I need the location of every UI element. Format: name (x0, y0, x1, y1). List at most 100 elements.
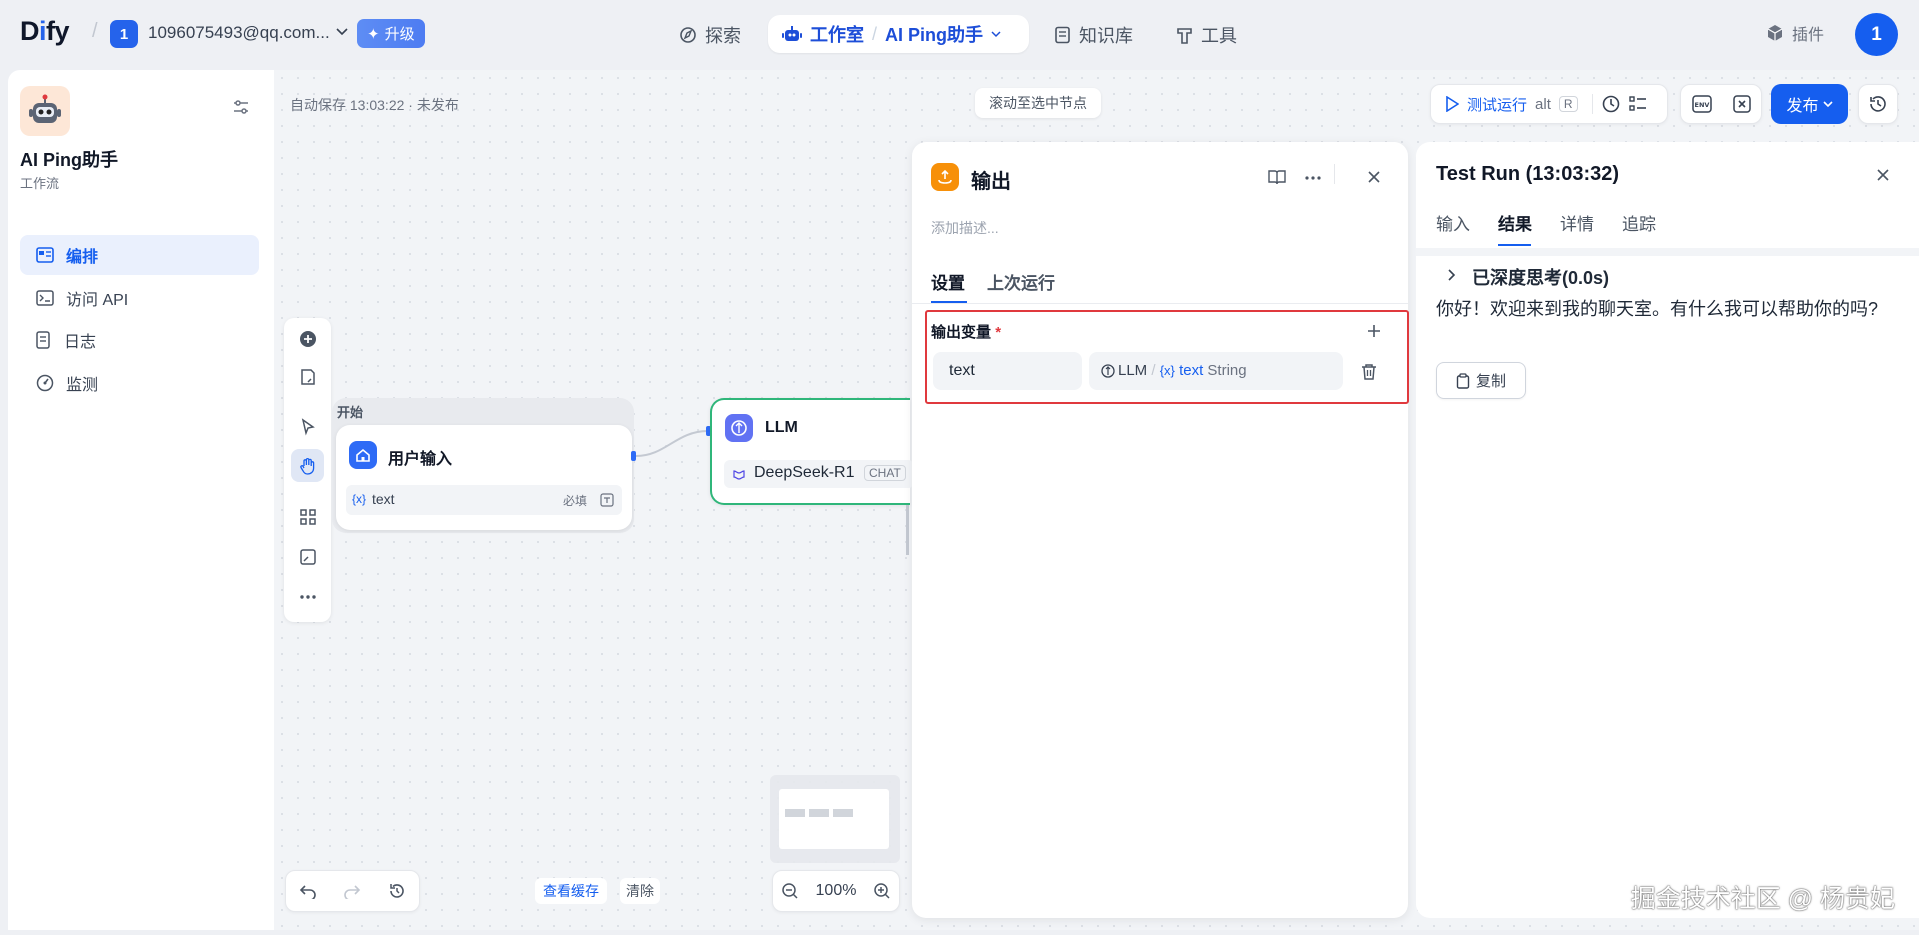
home-icon (349, 441, 377, 469)
run-tab-trace[interactable]: 追踪 (1622, 210, 1656, 235)
layout-icon (36, 247, 54, 263)
add-node-icon[interactable] (291, 322, 324, 355)
result-text: 你好！欢迎来到我的聊天室。有什么我可以帮助你的吗? (1436, 299, 1879, 319)
llm-small-icon (1101, 364, 1115, 378)
close-icon[interactable] (1876, 168, 1890, 182)
history-icon (1868, 94, 1888, 114)
watermark: 掘金技术社区 @ 杨贵妃 (1630, 885, 1895, 913)
panel-title[interactable]: 输出 (971, 165, 1011, 194)
thinking-toggle[interactable]: 已深度思考(0.0s) (1472, 264, 1609, 290)
zoom-in-icon[interactable] (873, 882, 891, 900)
history-icon[interactable] (388, 882, 406, 900)
section-title: 输出变量 * (931, 324, 1002, 341)
nav-explore[interactable]: 探索 (679, 18, 741, 52)
nav-knowledge[interactable]: 知识库 (1054, 18, 1133, 52)
variable-name-input[interactable]: text (933, 352, 1082, 390)
undo-icon[interactable] (299, 883, 317, 899)
sidebar-item-orchestrate[interactable]: 编排 (20, 235, 259, 275)
workspace-avatar[interactable]: 1 (110, 20, 138, 48)
run-tab-result[interactable]: 结果 (1498, 210, 1532, 235)
sidebar-item-logs[interactable]: 日志 (20, 320, 259, 360)
chevron-down-icon (1822, 100, 1833, 108)
pointer-icon[interactable] (291, 410, 324, 443)
edge-stub (906, 505, 909, 555)
undo-redo-group (285, 870, 420, 912)
nav-studio[interactable]: 工作室 / AI Ping助手 (768, 15, 1029, 53)
sidebar-item-api[interactable]: 访问 API (20, 278, 259, 318)
description-input[interactable]: 添加描述... (931, 218, 999, 238)
nav-tools[interactable]: 工具 (1176, 18, 1237, 52)
start-node[interactable]: 用户输入 {x} text 必填 (336, 425, 632, 530)
app-sidebar (8, 70, 274, 930)
text-input-icon (600, 493, 614, 507)
run-tab-input[interactable]: 输入 (1436, 210, 1470, 235)
zoom-out-icon[interactable] (781, 882, 799, 900)
hammer-icon (1176, 26, 1193, 44)
hand-icon[interactable] (291, 449, 324, 482)
layout-grid-icon[interactable] (291, 500, 324, 533)
workspace-name[interactable]: 1096075493@qq.com... (148, 23, 330, 43)
play-icon (1445, 96, 1459, 112)
add-note-icon[interactable] (291, 360, 324, 393)
view-cache-button[interactable]: 查看缓存 (535, 878, 607, 904)
svg-text:ENV: ENV (1694, 101, 1709, 109)
robot-icon (782, 25, 802, 43)
minimap[interactable] (770, 775, 900, 863)
env-icon[interactable]: ENV (1691, 95, 1712, 113)
active-tab-indicator (1498, 244, 1531, 246)
book-icon (1054, 26, 1071, 44)
llm-icon (725, 414, 753, 442)
fit-view-icon[interactable] (291, 540, 324, 573)
canvas-toolbar (284, 318, 331, 622)
close-icon[interactable] (1367, 170, 1381, 184)
scroll-to-node-button[interactable]: 滚动至选中节点 (975, 88, 1101, 118)
chevron-right-icon[interactable] (1448, 269, 1456, 281)
run-tab-detail[interactable]: 详情 (1560, 210, 1594, 235)
clear-button[interactable]: 清除 (620, 878, 660, 904)
compass-icon (679, 26, 697, 44)
redo-icon[interactable] (343, 883, 361, 899)
test-run-button[interactable]: 测试运行 alt R (1430, 84, 1668, 124)
checklist-icon[interactable] (1628, 95, 1647, 113)
required-label: 必填 (563, 494, 588, 508)
version-history-button[interactable] (1858, 84, 1898, 124)
llm-model-name: DeepSeek-R1 (754, 464, 855, 481)
book-open-icon[interactable] (1268, 169, 1286, 185)
variable-x-icon[interactable] (1732, 95, 1751, 113)
more-icon[interactable] (291, 580, 324, 613)
model-provider-icon (732, 467, 746, 481)
start-node-title: 用户输入 (388, 451, 453, 468)
breadcrumb-separator: / (92, 20, 98, 42)
chevron-down-icon[interactable] (991, 30, 1001, 38)
add-variable-icon[interactable] (1367, 324, 1381, 338)
dify-logo[interactable]: Dify (20, 16, 70, 47)
tab-settings[interactable]: 设置 (931, 269, 965, 294)
sliders-icon[interactable] (232, 98, 250, 116)
copy-button[interactable]: 复制 (1436, 362, 1526, 399)
more-icon[interactable] (1304, 175, 1322, 181)
sparkle-icon: ✦ (367, 25, 380, 43)
zoom-level[interactable]: 100% (816, 882, 857, 900)
sidebar-item-monitor[interactable]: 监测 (20, 363, 259, 403)
llm-mode-badge: CHAT (864, 465, 906, 481)
gauge-icon (36, 374, 54, 392)
variable-reference-selector[interactable]: LLM / {x} text String (1089, 352, 1343, 390)
terminal-icon (36, 290, 54, 306)
publish-button[interactable]: 发布 (1771, 84, 1848, 124)
upgrade-button[interactable]: ✦ 升级 (357, 19, 425, 48)
llm-model-row: DeepSeek-R1 CHAT (724, 460, 914, 488)
zoom-controls: 100% (772, 870, 900, 912)
tab-last-run[interactable]: 上次运行 (987, 269, 1055, 294)
history-run-icon[interactable] (1601, 94, 1621, 114)
trash-icon[interactable] (1361, 363, 1377, 380)
output-variables-section: 输出变量 * text LLM / {x} text String (925, 310, 1409, 404)
test-run-panel: Test Run (13:03:32) 输入 结果 详情 追踪 已深度思考(0.… (1416, 142, 1919, 918)
nav-plugins[interactable]: 插件 (1766, 21, 1824, 45)
start-variable-row: {x} text 必填 (346, 485, 622, 515)
chevron-down-icon[interactable] (336, 28, 348, 36)
app-switcher[interactable]: AI Ping助手 (885, 21, 983, 47)
run-title: Test Run (13:03:32) (1436, 163, 1620, 185)
app-type: 工作流 (20, 176, 60, 191)
llm-node[interactable]: LLM DeepSeek-R1 CHAT (710, 398, 914, 505)
user-avatar[interactable]: 1 (1855, 13, 1898, 56)
